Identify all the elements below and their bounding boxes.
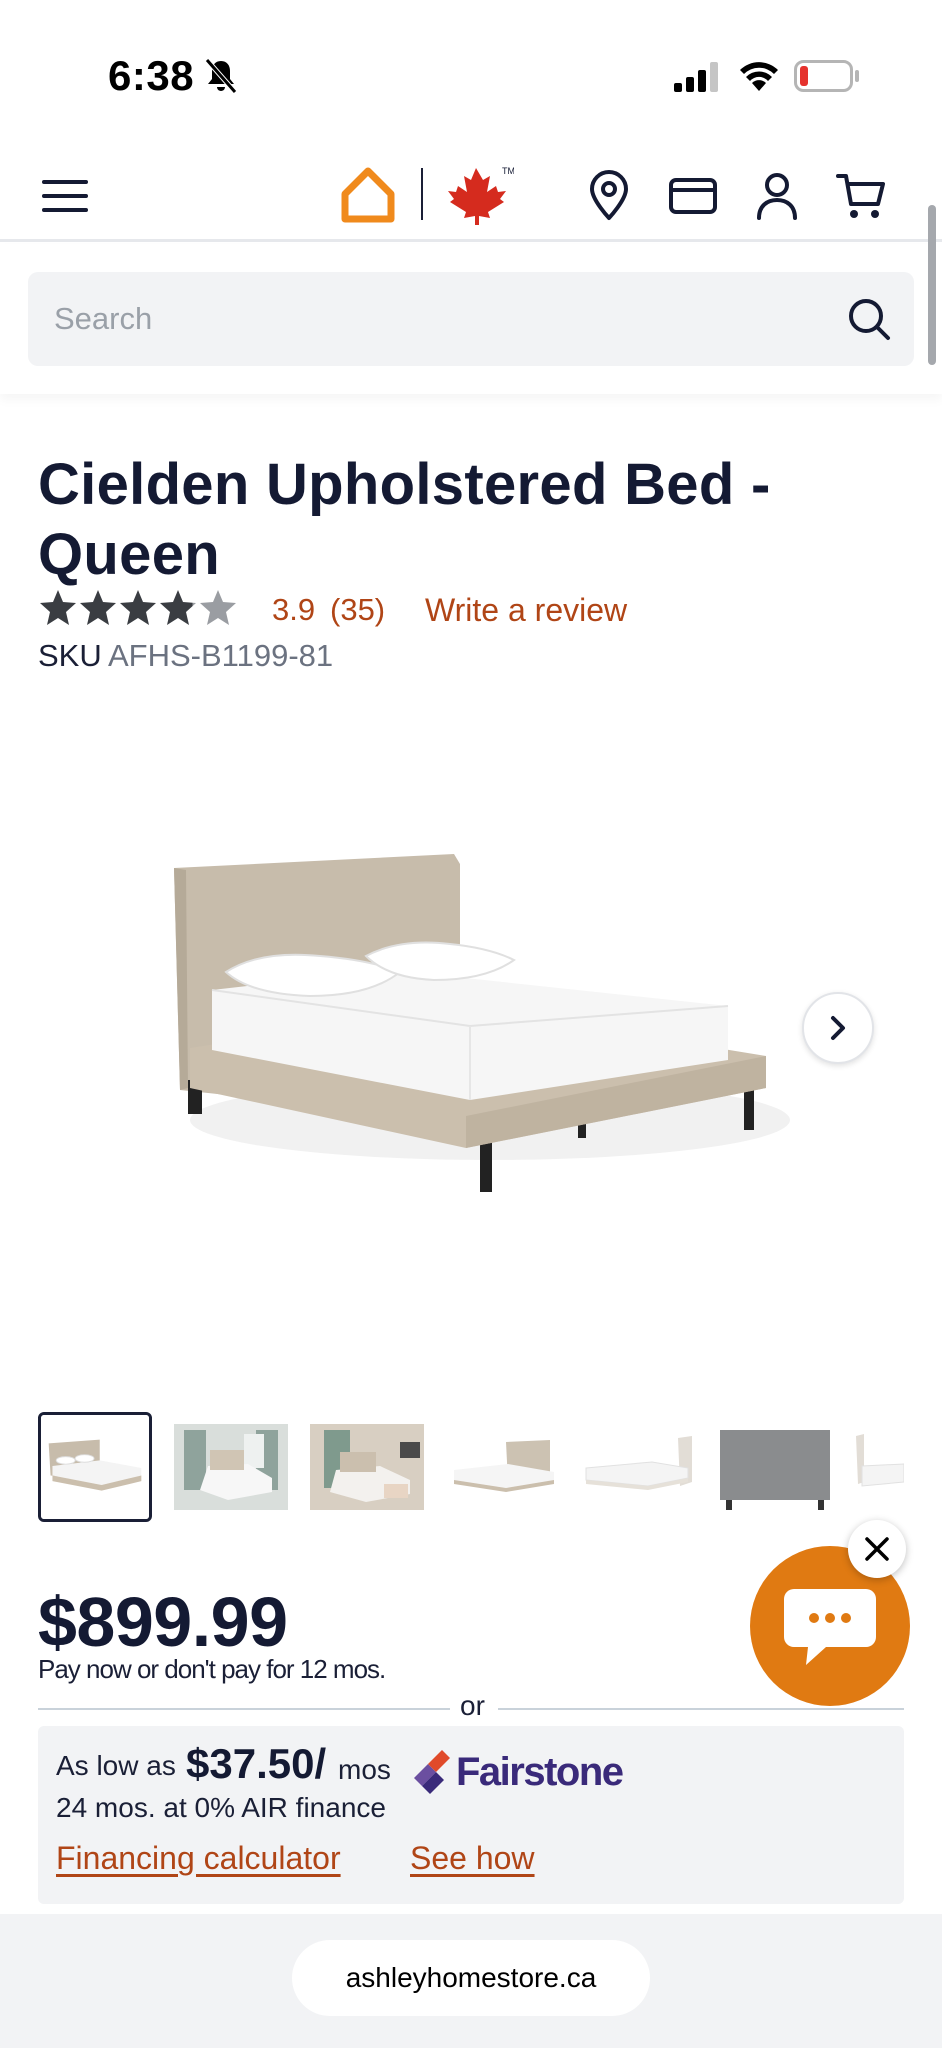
close-icon — [865, 1537, 889, 1561]
divider-left — [38, 1708, 450, 1710]
svg-text:TM: TM — [502, 166, 514, 176]
status-bar: 6:38 — [0, 0, 942, 150]
home-logo-icon[interactable] — [340, 166, 396, 224]
thumbnail-3[interactable] — [310, 1412, 424, 1522]
status-time: 6:38 — [108, 52, 195, 99]
write-review-link[interactable]: Write a review — [425, 592, 627, 629]
wifi-icon — [740, 62, 778, 91]
sku-value: AFHS-B1199-81 — [108, 638, 334, 673]
scrollbar-thumb[interactable] — [928, 205, 936, 365]
address-bar[interactable]: ashleyhomestore.ca — [292, 1940, 650, 2016]
sku-label: SKU — [38, 638, 102, 673]
rating-value[interactable]: 3.9 — [272, 592, 315, 628]
product-image[interactable] — [140, 820, 800, 1210]
search-icon[interactable] — [846, 296, 892, 342]
or-divider-text: or — [460, 1690, 485, 1721]
star-partial-icon — [160, 590, 196, 625]
cell-signal-icon — [674, 62, 718, 92]
chat-close-button[interactable] — [848, 1520, 906, 1578]
monthly-amount: $37.50/ — [186, 1740, 327, 1787]
thumbnail-4[interactable] — [446, 1412, 560, 1522]
months-label: mos — [338, 1754, 391, 1785]
menu-icon[interactable] — [40, 176, 90, 216]
as-low-as-label: As low as — [56, 1750, 176, 1781]
pay-later-text: Pay now or don't pay for 12 mos. — [38, 1654, 386, 1684]
credit-card-icon[interactable] — [668, 170, 718, 222]
search-box[interactable] — [28, 272, 914, 366]
thumbnail-6[interactable] — [718, 1412, 832, 1522]
chat-bubble-icon — [784, 1589, 876, 1665]
maple-leaf-icon: TM — [448, 166, 514, 225]
star-empty-icon — [200, 590, 236, 625]
star-filled-icon — [120, 590, 156, 625]
financing-box: As low as $37.50/ mos 24 mos. at 0% AIR … — [38, 1726, 904, 1904]
battery-low-icon — [794, 60, 859, 92]
cart-icon[interactable] — [836, 170, 886, 222]
site-header: TM — [0, 150, 942, 242]
search-input[interactable] — [54, 294, 834, 344]
location-pin-icon[interactable] — [584, 170, 634, 222]
finance-terms: 24 mos. at 0% AIR finance — [56, 1792, 386, 1823]
divider-right — [498, 1708, 904, 1710]
see-how-link[interactable]: See how — [410, 1840, 535, 1877]
browser-bottom-bar: ashleyhomestore.ca — [0, 1914, 942, 2048]
star-filled-icon — [80, 590, 116, 625]
thumbnail-1[interactable] — [38, 1412, 152, 1522]
fairstone-provider: Fairstone — [456, 1750, 624, 1794]
next-image-button[interactable] — [802, 992, 874, 1064]
review-count[interactable]: (35) — [330, 592, 385, 628]
logo-divider — [421, 168, 423, 220]
rating-stars[interactable] — [38, 588, 238, 628]
thumbnail-7[interactable] — [854, 1412, 904, 1522]
financing-calculator-link[interactable]: Financing calculator — [56, 1840, 341, 1877]
bell-muted-icon — [205, 58, 237, 94]
star-filled-icon — [40, 590, 76, 625]
search-area — [0, 244, 942, 394]
product-title: Cielden Upholstered Bed - Queen — [38, 452, 771, 587]
product-price: $899.99 — [38, 1583, 288, 1661]
thumbnail-2[interactable] — [174, 1412, 288, 1522]
account-icon[interactable] — [752, 170, 802, 222]
thumbnail-5[interactable] — [582, 1412, 696, 1522]
chevron-right-icon — [831, 1016, 845, 1040]
